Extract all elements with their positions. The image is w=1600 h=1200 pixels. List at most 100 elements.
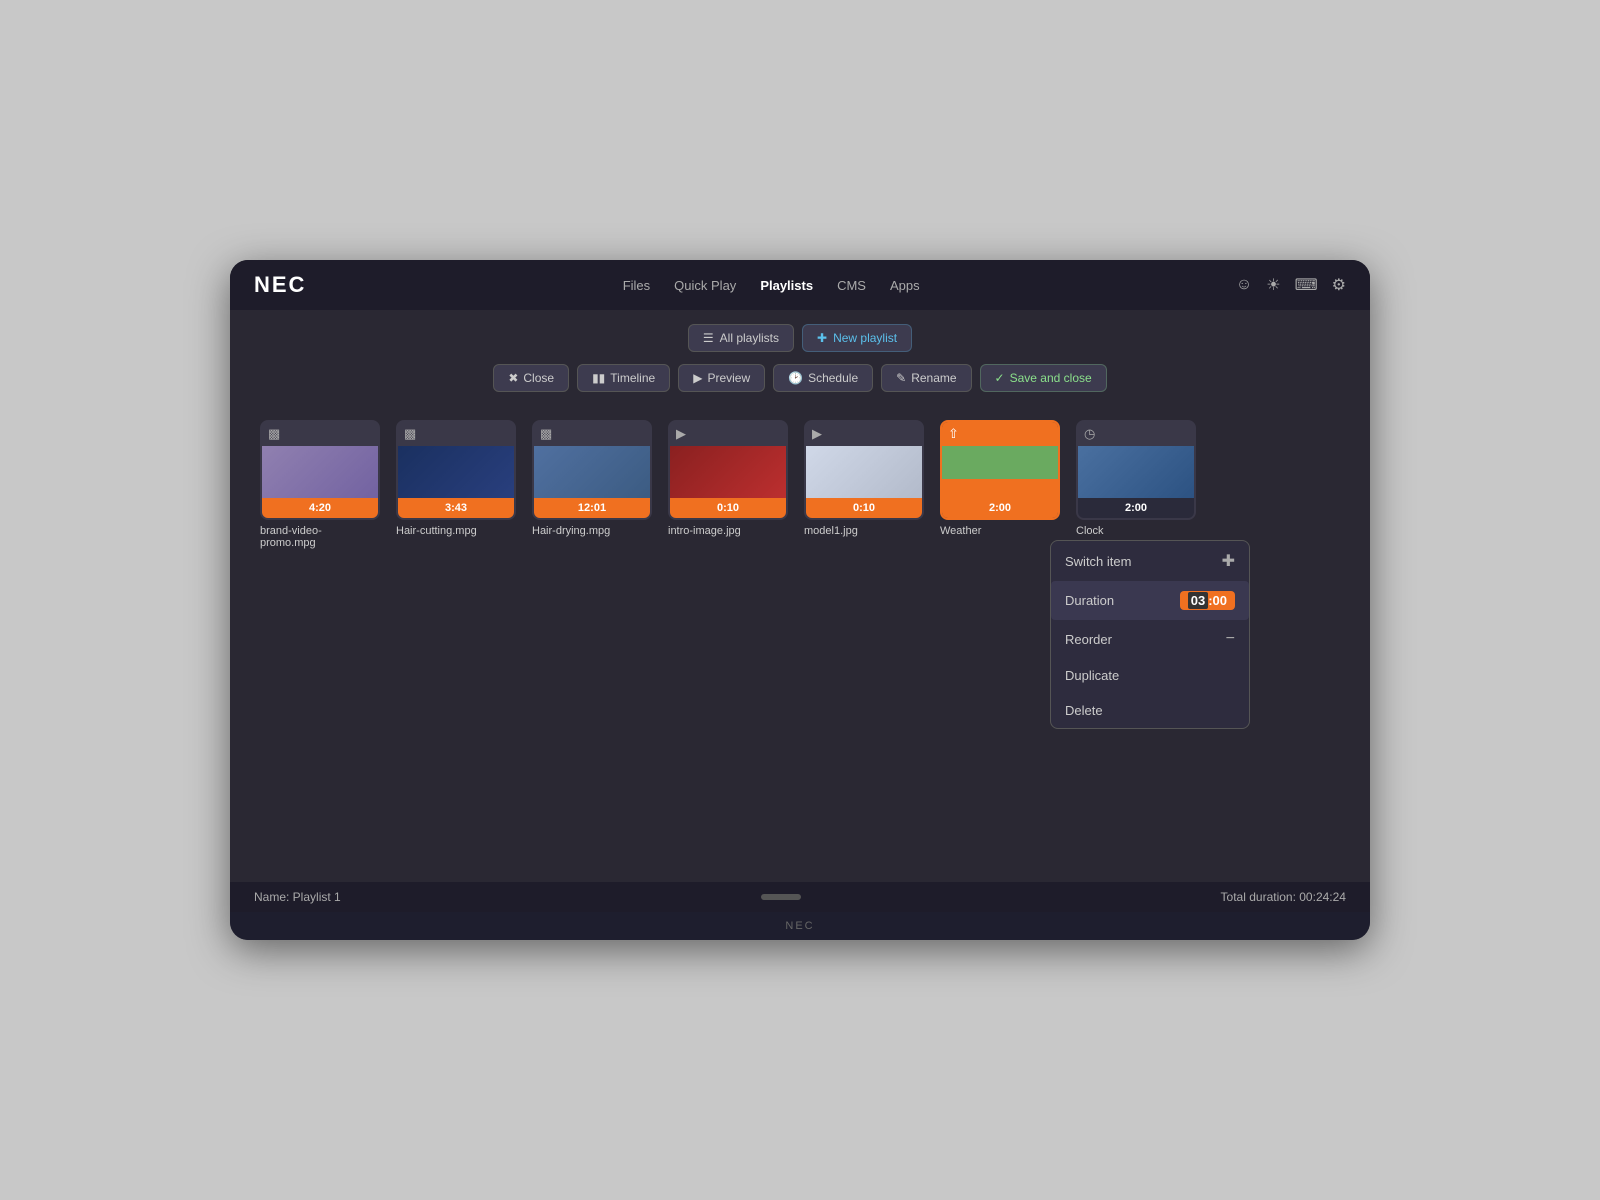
nav-files[interactable]: Files <box>623 278 650 293</box>
duration-bar-model1: 0:10 <box>806 498 922 518</box>
item-label-hair-cutting: Hair-cutting.mpg <box>396 525 477 537</box>
image-icon-model1: ▶ <box>812 426 822 442</box>
item-label-intro: intro-image.jpg <box>668 525 741 537</box>
nav-icons: ☺ ☀ ⌨ ⚙ <box>1236 275 1346 295</box>
ctx-delete[interactable]: Delete <box>1051 693 1249 728</box>
top-navigation: NEC Files Quick Play Playlists CMS Apps … <box>230 260 1370 310</box>
rename-button[interactable]: ✎ Rename <box>881 364 971 392</box>
minus-icon-reorder: − <box>1226 630 1235 648</box>
list-icon: ☰ <box>703 331 714 345</box>
nec-logo: NEC <box>254 272 306 298</box>
item-card-model1[interactable]: ▶ 0:10 <box>804 420 924 520</box>
ctx-reorder[interactable]: Reorder − <box>1051 620 1249 658</box>
item-card-brand-video[interactable]: ▩ 4:20 <box>260 420 380 520</box>
schedule-button[interactable]: 🕑 Schedule <box>773 364 873 392</box>
close-icon: ✖ <box>508 371 518 385</box>
playlist-item-intro-image[interactable]: ▶ 0:10 intro-image.jpg <box>668 420 788 537</box>
video-icon-brand: ▩ <box>268 426 280 442</box>
schedule-icon: 🕑 <box>788 371 803 385</box>
ctx-switch-item[interactable]: Switch item ✚ <box>1051 541 1249 581</box>
playlist-action-buttons: ☰ All playlists ✚ New playlist <box>688 324 912 352</box>
duration-bar-hair-drying: 12:01 <box>534 498 650 518</box>
video-icon-hair-cutting: ▩ <box>404 426 416 442</box>
all-playlists-button[interactable]: ☰ All playlists <box>688 324 794 352</box>
playlist-name: Name: Playlist 1 <box>254 890 341 904</box>
playlist-item-weather[interactable]: ⇧ 2:00 Weather <box>940 420 1060 537</box>
ctx-switch-label: Switch item <box>1065 554 1131 569</box>
scroll-indicator[interactable] <box>761 894 801 900</box>
item-label-hair-drying: Hair-drying.mpg <box>532 525 610 537</box>
nav-links: Files Quick Play Playlists CMS Apps <box>623 278 920 293</box>
duration-text-brand: 4:20 <box>309 502 331 514</box>
duration-text-hair-cutting: 3:43 <box>445 502 467 514</box>
duration-bar-clock: 2:00 <box>1078 498 1194 518</box>
item-card-clock[interactable]: ◷ 2:00 <box>1076 420 1196 520</box>
playlist-item-hair-drying[interactable]: ▩ 12:01 Hair-drying.mpg <box>532 420 652 537</box>
video-icon-hair-drying: ▩ <box>540 426 552 442</box>
playlist-items-area: ▩ 4:20 brand-video-promo.mpg ▩ <box>230 400 1370 882</box>
total-duration: Total duration: 00:24:24 <box>1221 890 1346 904</box>
nav-cms[interactable]: CMS <box>837 278 866 293</box>
globe-icon[interactable]: ☀ <box>1266 275 1280 295</box>
edit-action-buttons: ✖ Close ▮▮ Timeline ▶ Preview 🕑 Schedule… <box>493 364 1106 392</box>
save-and-close-button[interactable]: ✓ Save and close <box>980 364 1107 392</box>
duration-highlight: 03 <box>1188 592 1208 609</box>
ctx-duplicate-label: Duplicate <box>1065 668 1119 683</box>
duration-value[interactable]: 03:00 <box>1180 591 1235 610</box>
tv-bezel: NEC <box>230 912 1370 940</box>
item-card-weather[interactable]: ⇧ 2:00 <box>940 420 1060 520</box>
playlist-item-brand-video[interactable]: ▩ 4:20 brand-video-promo.mpg <box>260 420 380 549</box>
tv-display: NEC Files Quick Play Playlists CMS Apps … <box>230 260 1370 940</box>
duration-bar-hair-cutting: 3:43 <box>398 498 514 518</box>
duration-bar-brand: 4:20 <box>262 498 378 518</box>
wifi-icon[interactable]: ⌨ <box>1295 275 1318 295</box>
bezel-logo: NEC <box>785 920 814 932</box>
plus-icon-switch: ✚ <box>1222 551 1235 571</box>
duration-text-weather: 2:00 <box>989 502 1011 514</box>
close-button[interactable]: ✖ Close <box>493 364 569 392</box>
item-label-brand: brand-video-promo.mpg <box>260 525 322 549</box>
bottom-bar: Name: Playlist 1 Total duration: 00:24:2… <box>230 882 1370 912</box>
duration-text-model1: 0:10 <box>853 502 875 514</box>
duration-text-hair-drying: 12:01 <box>578 502 606 514</box>
duration-bar-weather: 2:00 <box>942 498 1058 518</box>
user-icon[interactable]: ☺ <box>1236 276 1252 294</box>
item-card-intro-image[interactable]: ▶ 0:10 <box>668 420 788 520</box>
checkmark-icon: ✓ <box>995 371 1005 385</box>
ctx-duration[interactable]: Duration 03:00 <box>1051 581 1249 620</box>
rename-icon: ✎ <box>896 371 906 385</box>
duration-bar-intro: 0:10 <box>670 498 786 518</box>
item-label-clock: Clock <box>1076 525 1104 537</box>
settings-icon[interactable]: ⚙ <box>1332 275 1346 295</box>
nav-quickplay[interactable]: Quick Play <box>674 278 736 293</box>
preview-button[interactable]: ▶ Preview <box>678 364 765 392</box>
duration-input-row: 03:00 <box>1180 591 1235 610</box>
item-card-hair-cutting[interactable]: ▩ 3:43 <box>396 420 516 520</box>
item-label-model1: model1.jpg <box>804 525 858 537</box>
tv-screen: NEC Files Quick Play Playlists CMS Apps … <box>230 260 1370 912</box>
ctx-delete-label: Delete <box>1065 703 1103 718</box>
plus-circle-icon: ✚ <box>817 331 827 345</box>
image-icon-intro: ▶ <box>676 426 686 442</box>
duration-seconds: 00 <box>1213 593 1227 608</box>
ctx-duration-label: Duration <box>1065 593 1114 608</box>
nav-apps[interactable]: Apps <box>890 278 920 293</box>
playlist-item-hair-cutting[interactable]: ▩ 3:43 Hair-cutting.mpg <box>396 420 516 537</box>
timeline-button[interactable]: ▮▮ Timeline <box>577 364 670 392</box>
playlist-item-model1[interactable]: ▶ 0:10 model1.jpg <box>804 420 924 537</box>
duration-text-clock: 2:00 <box>1125 502 1147 514</box>
item-label-weather: Weather <box>940 525 981 537</box>
timeline-icon: ▮▮ <box>592 371 605 385</box>
widget-icon-weather: ⇧ <box>948 426 959 442</box>
clock-icon-clock: ◷ <box>1084 426 1095 442</box>
toolbar: ☰ All playlists ✚ New playlist ✖ Close ▮… <box>230 310 1370 400</box>
item-card-hair-drying[interactable]: ▩ 12:01 <box>532 420 652 520</box>
play-icon: ▶ <box>693 371 702 385</box>
playlist-item-clock[interactable]: ◷ 2:00 Clock <box>1076 420 1196 537</box>
duration-text-intro: 0:10 <box>717 502 739 514</box>
ctx-duplicate[interactable]: Duplicate <box>1051 658 1249 693</box>
nav-playlists[interactable]: Playlists <box>760 278 813 293</box>
ctx-reorder-label: Reorder <box>1065 632 1112 647</box>
new-playlist-button[interactable]: ✚ New playlist <box>802 324 912 352</box>
context-menu: Switch item ✚ Duration 03:00 Reorder − <box>1050 540 1250 729</box>
